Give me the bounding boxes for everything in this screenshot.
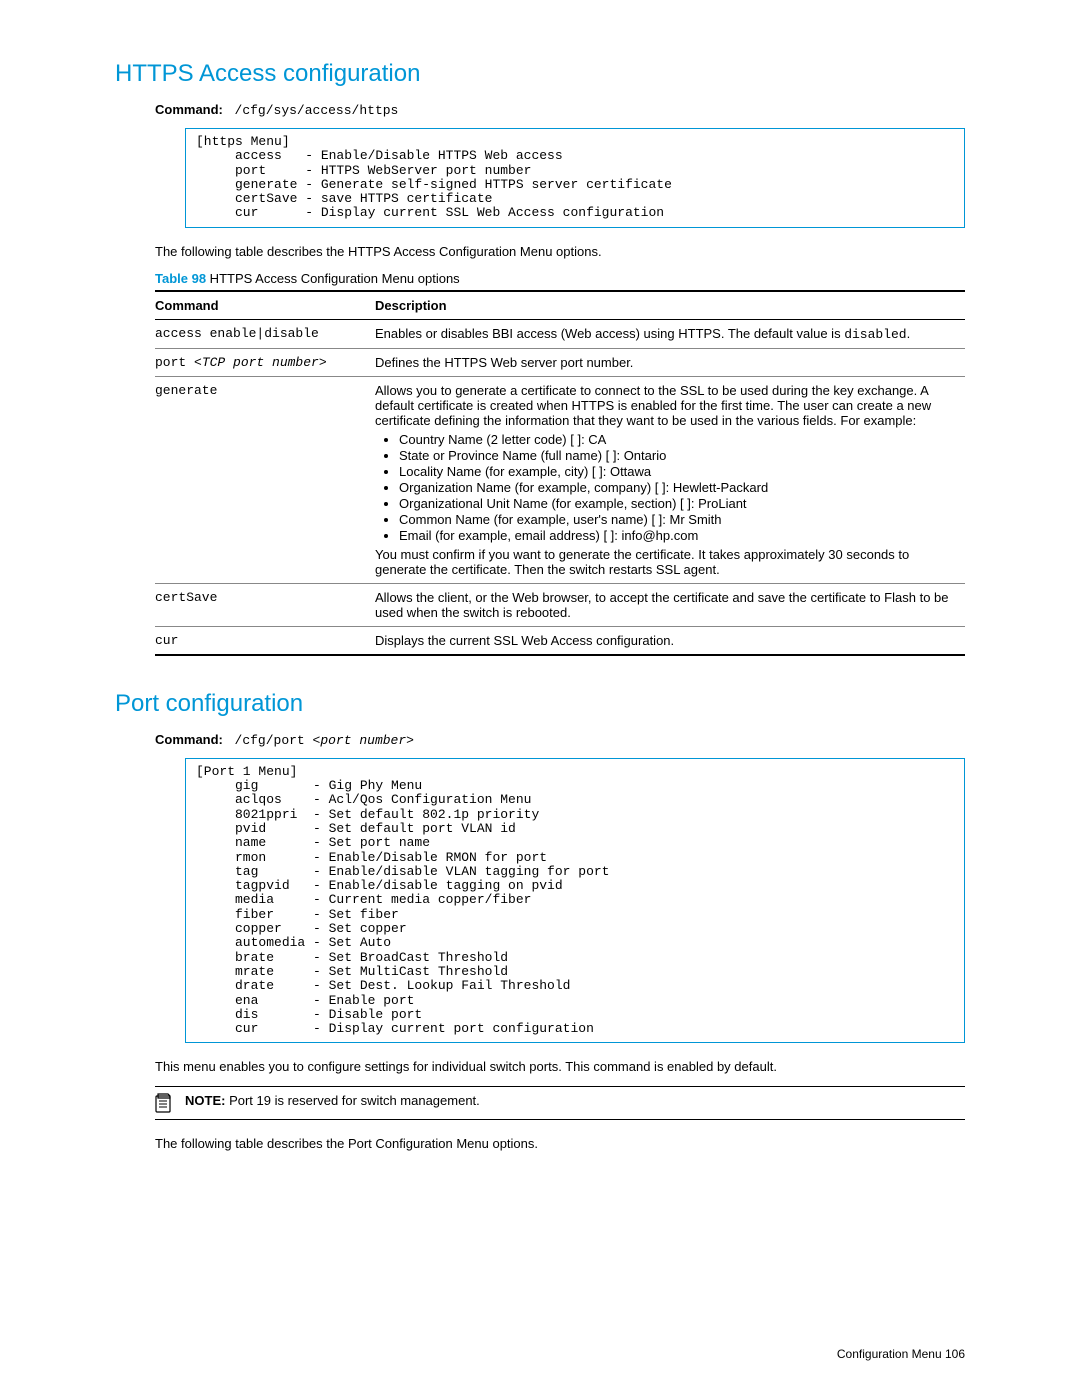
list-item: Common Name (for example, user's name) […	[399, 512, 953, 527]
section-heading-port: Port configuration	[115, 690, 965, 718]
note-body: Port 19 is reserved for switch managemen…	[225, 1093, 479, 1108]
cmd-path-text: /cfg/port	[235, 733, 313, 748]
https-table-intro: The following table describes the HTTPS …	[155, 244, 965, 259]
cmd-cell: cur	[155, 626, 375, 655]
desc-cell: Allows you to generate a certificate to …	[375, 376, 965, 583]
cmd-path-param: <port number>	[313, 733, 414, 748]
list-item: Country Name (2 letter code) [ ]: CA	[399, 432, 953, 447]
https-menu-box: [https Menu] access - Enable/Disable HTT…	[185, 128, 965, 228]
desc-cell: Enables or disables BBI access (Web acce…	[375, 319, 965, 348]
desc-cell: Allows the client, or the Web browser, t…	[375, 583, 965, 626]
command-path: /cfg/port <port number>	[235, 733, 414, 748]
https-options-table: Command Description access enable|disabl…	[155, 290, 965, 656]
command-path: /cfg/sys/access/https	[235, 103, 399, 118]
port-outro: The following table describes the Port C…	[155, 1136, 965, 1151]
https-table-caption: Table 98 HTTPS Access Configuration Menu…	[155, 271, 965, 286]
desc-mono: disabled	[844, 327, 906, 342]
command-line-https: Command: /cfg/sys/access/https	[155, 102, 965, 118]
port-intro: This menu enables you to configure setti…	[155, 1059, 965, 1074]
table-row: generate Allows you to generate a certif…	[155, 376, 965, 583]
desc-cell: Displays the current SSL Web Access conf…	[375, 626, 965, 655]
table-number: Table 98	[155, 271, 206, 286]
port-menu-box: [Port 1 Menu] gig - Gig Phy Menu aclqos …	[185, 758, 965, 1044]
cmd-cell: generate	[155, 376, 375, 583]
list-item: Organizational Unit Name (for example, s…	[399, 496, 953, 511]
cmd-param: <TCP port number>	[194, 355, 327, 370]
command-label: Command:	[155, 102, 223, 117]
list-item: Organization Name (for example, company)…	[399, 480, 953, 495]
list-item: Email (for example, email address) [ ]: …	[399, 528, 953, 543]
desc-paragraph: Allows you to generate a certificate to …	[375, 383, 953, 428]
footer-page: 106	[945, 1347, 965, 1361]
desc-text: Enables or disables BBI access (Web acce…	[375, 326, 844, 341]
note-text: NOTE: Port 19 is reserved for switch man…	[185, 1093, 480, 1108]
cmd-cell: access enable|disable	[155, 319, 375, 348]
note-icon	[155, 1093, 175, 1113]
note-block: NOTE: Port 19 is reserved for switch man…	[155, 1086, 965, 1120]
cmd-cell: port <TCP port number>	[155, 348, 375, 376]
table-row: port <TCP port number> Defines the HTTPS…	[155, 348, 965, 376]
th-command: Command	[155, 291, 375, 320]
footer-label: Configuration Menu	[837, 1347, 942, 1361]
list-item: Locality Name (for example, city) [ ]: O…	[399, 464, 953, 479]
desc-cell: Defines the HTTPS Web server port number…	[375, 348, 965, 376]
desc-paragraph: You must confirm if you want to generate…	[375, 547, 953, 577]
command-label: Command:	[155, 732, 223, 747]
certificate-fields-list: Country Name (2 letter code) [ ]: CA Sta…	[375, 432, 953, 543]
list-item: State or Province Name (full name) [ ]: …	[399, 448, 953, 463]
desc-text-tail: .	[907, 326, 911, 341]
th-description: Description	[375, 291, 965, 320]
command-line-port: Command: /cfg/port <port number>	[155, 732, 965, 748]
table-row: access enable|disable Enables or disable…	[155, 319, 965, 348]
section-heading-https: HTTPS Access configuration	[115, 60, 965, 88]
page-footer: Configuration Menu 106	[837, 1347, 965, 1361]
table-row: certSave Allows the client, or the Web b…	[155, 583, 965, 626]
cmd-cell: certSave	[155, 583, 375, 626]
table-title: HTTPS Access Configuration Menu options	[206, 271, 460, 286]
table-row: cur Displays the current SSL Web Access …	[155, 626, 965, 655]
cmd-text: port	[155, 355, 194, 370]
note-label: NOTE:	[185, 1093, 225, 1108]
